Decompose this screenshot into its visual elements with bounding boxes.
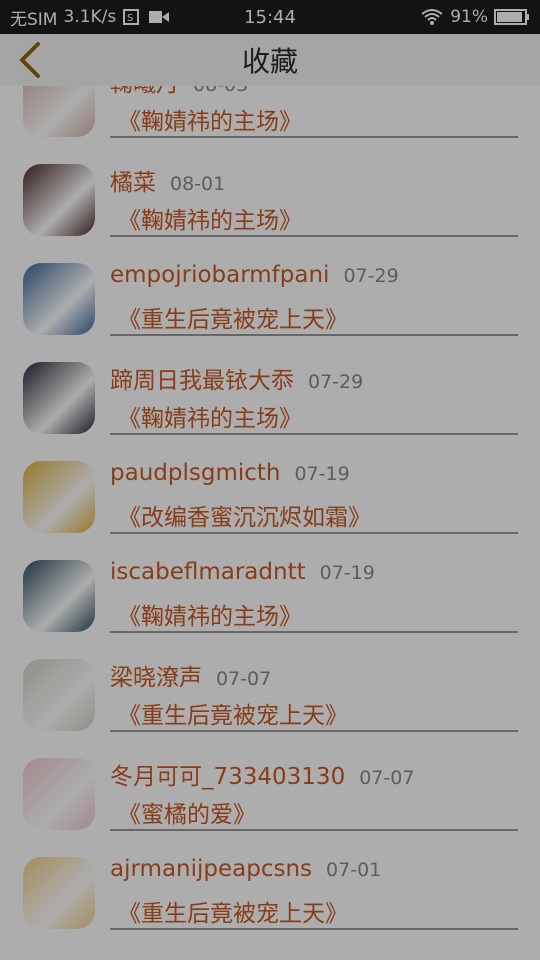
status-bar: 无SIM 3.1K/s S 15:44 91% xyxy=(0,0,540,34)
favorites-list[interactable]: 鞠曦月08-03《鞠婧祎的主场》橘菜08-01《鞠婧祎的主场》empojriob… xyxy=(0,86,540,960)
item-date: 07-29 xyxy=(308,371,364,393)
name-row: 冬月可可_733403130 07-07 xyxy=(110,757,414,791)
divider xyxy=(110,433,518,435)
divider xyxy=(110,532,518,534)
user-name[interactable]: 梁晓潦声 xyxy=(110,658,202,692)
book-title[interactable]: 《鞠婧祎的主场》 xyxy=(118,597,302,631)
avatar[interactable] xyxy=(23,461,95,533)
favorite-item[interactable]: 梁晓潦声 07-07 《重生后竟被宠上天》 xyxy=(0,650,540,749)
favorite-item[interactable]: iscabeflmaradntt 07-19 《鞠婧祎的主场》 xyxy=(0,551,540,650)
book-title[interactable]: 《鞠婧祎的主场》 xyxy=(118,102,302,136)
book-title[interactable]: 《重生后竟被宠上天》 xyxy=(118,894,348,928)
user-name[interactable]: iscabeflmaradntt xyxy=(110,559,306,585)
item-date: 07-19 xyxy=(294,463,350,485)
item-date: 07-19 xyxy=(319,562,375,584)
sim-icon: S xyxy=(122,8,142,26)
page-title: 收藏 xyxy=(241,45,298,78)
favorite-item[interactable]: 鞠曦月 08-03 《鞠婧祎的主场》 xyxy=(0,86,540,155)
favorite-item[interactable]: empojriobarmfpani 07-29 《重生后竟被宠上天》 xyxy=(0,254,540,353)
favorite-item[interactable]: paudplsgmicth 07-19 《改编香蜜沉沉烬如霜》 xyxy=(0,452,540,551)
favorite-item[interactable]: 蹄周日我最铱大忝 07-29 《鞠婧祎的主场》 xyxy=(0,353,540,452)
book-title[interactable]: 《改编香蜜沉沉烬如霜》 xyxy=(118,498,371,532)
user-name[interactable]: ajrmanijpeapcsns xyxy=(110,856,312,882)
book-title[interactable]: 《鞠婧祎的主场》 xyxy=(118,399,302,433)
user-name[interactable]: 鞠曦月 xyxy=(110,86,179,98)
avatar[interactable] xyxy=(23,758,95,830)
book-title[interactable]: 《重生后竟被宠上天》 xyxy=(118,696,348,730)
name-row: 梁晓潦声 07-07 xyxy=(110,658,271,692)
item-date: 07-07 xyxy=(216,668,272,690)
item-date: 07-07 xyxy=(359,767,415,789)
favorite-item[interactable]: 冬月可可_733403130 07-07 《蜜橘的爱》 xyxy=(0,749,540,848)
user-name[interactable]: 冬月可可_733403130 xyxy=(110,757,345,791)
user-name[interactable]: 橘菜 xyxy=(110,163,156,197)
status-right: 91% xyxy=(420,7,530,27)
status-left: 无SIM 3.1K/s S xyxy=(10,5,170,30)
name-row: 鞠曦月 08-03 xyxy=(110,86,248,98)
carrier-text: 无SIM xyxy=(10,9,58,30)
user-name[interactable]: 蹄周日我最铱大忝 xyxy=(110,361,294,395)
avatar[interactable] xyxy=(23,86,95,137)
app-header: 收藏 xyxy=(0,34,540,86)
avatar[interactable] xyxy=(23,857,95,929)
item-date: 08-01 xyxy=(170,173,226,195)
name-row: iscabeflmaradntt 07-19 xyxy=(110,559,375,585)
favorite-item[interactable]: 橘菜 08-01 《鞠婧祎的主场》 xyxy=(0,155,540,254)
divider xyxy=(110,829,518,831)
divider xyxy=(110,730,518,732)
favorite-item[interactable]: ajrmanijpeapcsns 07-01 《重生后竟被宠上天》 xyxy=(0,848,540,947)
name-row: 蹄周日我最铱大忝 07-29 xyxy=(110,361,363,395)
item-date: 07-29 xyxy=(343,265,399,287)
battery-icon xyxy=(494,8,530,26)
avatar[interactable] xyxy=(23,263,95,335)
name-row: empojriobarmfpani 07-29 xyxy=(110,262,399,288)
battery-percent: 91% xyxy=(450,7,488,27)
divider xyxy=(110,136,518,138)
user-name[interactable]: paudplsgmicth xyxy=(110,460,280,486)
divider xyxy=(110,631,518,633)
item-date: 07-01 xyxy=(326,859,382,881)
book-title[interactable]: 《蜜橘的爱》 xyxy=(118,795,256,829)
user-name[interactable]: empojriobarmfpani xyxy=(110,262,329,288)
wifi-icon xyxy=(420,8,444,26)
divider xyxy=(110,235,518,237)
book-title[interactable]: 《重生后竟被宠上天》 xyxy=(118,300,348,334)
back-button[interactable] xyxy=(12,40,48,80)
video-icon xyxy=(148,9,170,25)
divider xyxy=(110,334,518,336)
svg-text:S: S xyxy=(127,13,133,24)
name-row: ajrmanijpeapcsns 07-01 xyxy=(110,856,381,882)
chevron-left-icon xyxy=(20,42,40,78)
avatar[interactable] xyxy=(23,362,95,434)
divider xyxy=(110,928,518,930)
avatar[interactable] xyxy=(23,164,95,236)
name-row: 橘菜 08-01 xyxy=(110,163,225,197)
net-speed-text: 3.1K/s xyxy=(63,7,117,27)
avatar[interactable] xyxy=(23,659,95,731)
name-row: paudplsgmicth 07-19 xyxy=(110,460,350,486)
favorites-list-inner: 鞠曦月08-03《鞠婧祎的主场》橘菜08-01《鞠婧祎的主场》empojriob… xyxy=(0,86,540,947)
book-title[interactable]: 《鞠婧祎的主场》 xyxy=(118,201,302,235)
item-date: 08-03 xyxy=(193,86,248,96)
avatar[interactable] xyxy=(23,560,95,632)
